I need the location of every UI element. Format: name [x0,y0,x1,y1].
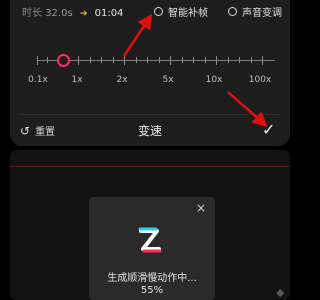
progress-status-text: 生成顺滑慢动作中... [107,273,197,284]
divider [20,114,280,115]
speed-slider[interactable] [37,54,275,67]
slider-major-tick [262,56,263,65]
tick-label-10x: 10x [205,75,223,85]
voice-change-option[interactable]: 声音变调 [228,4,282,19]
close-icon[interactable]: × [196,201,206,215]
timeline-line [10,166,290,167]
radio-icon [154,7,163,16]
slider-major-tick [170,56,171,65]
duration-info: 时长 32.0s ➔ 01:04 [22,4,123,19]
smart-frame-label: 智能补帧 [168,8,208,19]
smart-frame-option[interactable]: 智能补帧 [154,4,208,19]
slider-minor-tick [159,57,160,63]
slider-minor-tick [239,57,240,63]
speed-panel: 时长 32.0s ➔ 01:04 智能补帧 声音变调 0.1x 1x 2x 5x… [10,0,290,146]
slider-minor-tick [147,57,148,63]
duration-label: 时长 [22,8,42,19]
slider-minor-tick [228,57,229,63]
slider-minor-tick [101,57,102,63]
slider-major-tick [78,56,79,65]
slider-minor-tick [205,57,206,63]
slider-minor-tick [193,57,194,63]
tick-label-0-1x: 0.1x [28,75,48,85]
voice-change-label: 声音变调 [242,8,282,19]
tick-label-100x: 100x [248,75,272,85]
slider-major-tick [37,56,38,65]
progress-dialog: × 生成顺滑慢动作中... 55% [89,197,215,300]
original-duration: 32.0s [45,8,73,19]
radio-icon [228,7,237,16]
tick-label-5x: 5x [162,75,174,85]
arrow-right-icon: ➔ [79,9,88,19]
slider-minor-tick [136,57,137,63]
slider-minor-tick [251,57,252,63]
slider-knob[interactable] [57,54,70,67]
slider-minor-tick [47,57,48,63]
tick-label-1x: 1x [71,75,83,85]
slider-major-tick [124,56,125,65]
slider-major-tick [216,56,217,65]
slider-minor-tick [113,57,114,63]
tick-label-2x: 2x [116,75,128,85]
confirm-check-icon[interactable]: ✓ [262,120,275,139]
corner-watermark-icon: ◆ [276,286,285,299]
new-duration: 01:04 [94,8,124,19]
progress-percent: 55% [140,285,164,296]
app-logo-icon [138,227,162,253]
slider-minor-tick [182,57,183,63]
panel-title: 变速 [137,124,162,138]
slider-minor-tick [90,57,91,63]
